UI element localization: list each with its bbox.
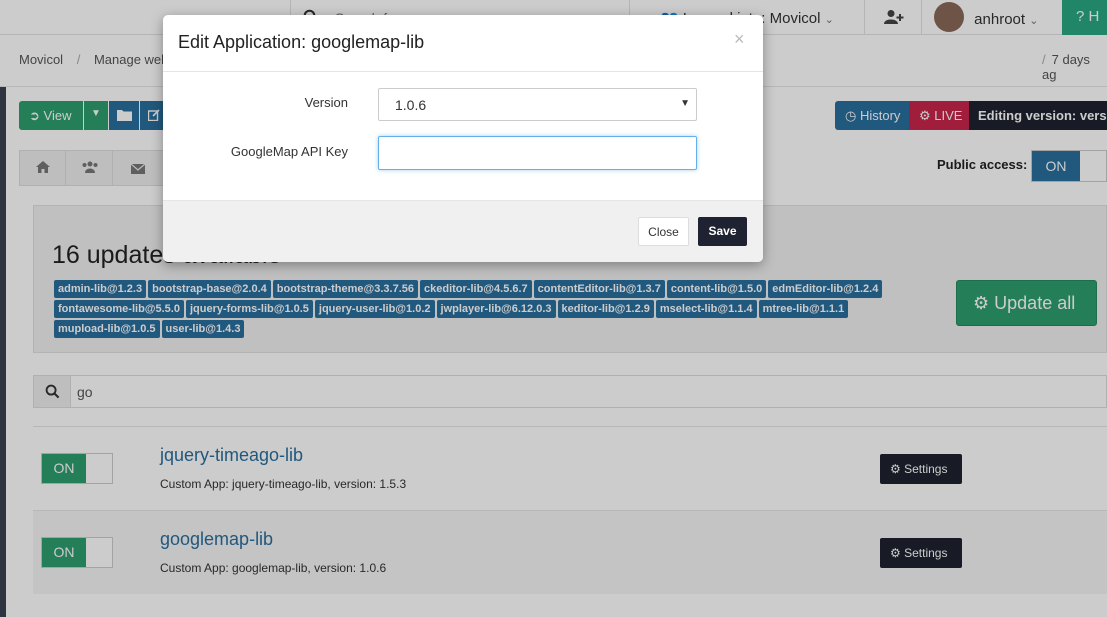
version-select[interactable]: 1.0.6 ▼ <box>378 88 697 121</box>
close-icon[interactable]: × <box>734 29 745 50</box>
modal-title: Edit Application: googlemap-lib <box>178 32 425 52</box>
api-key-field[interactable] <box>378 136 697 170</box>
modal-header: Edit Application: googlemap-lib × <box>163 15 763 72</box>
save-button[interactable]: Save <box>698 217 747 246</box>
caret-down-icon: ▼ <box>680 98 690 109</box>
edit-application-modal: Edit Application: googlemap-lib × Versio… <box>163 15 763 262</box>
close-button[interactable]: Close <box>638 217 689 246</box>
api-key-label: GoogleMap API Key <box>230 144 348 159</box>
version-selected-value: 1.0.6 <box>395 97 427 113</box>
modal-footer: Close Save <box>163 200 763 262</box>
version-label: Version <box>304 95 348 110</box>
